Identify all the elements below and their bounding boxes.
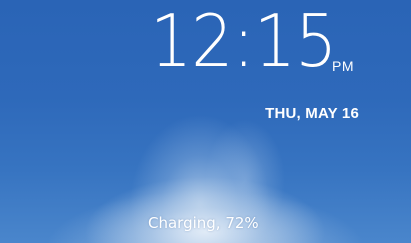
lock-screen: 12:15 PM THU, MAY 16 Charging, 72% <box>0 0 411 243</box>
clock: 12:15 <box>150 0 353 82</box>
date-label: THU, MAY 16 <box>265 105 359 122</box>
clock-ampm: PM <box>332 58 354 74</box>
clock-time: 12:15 <box>150 0 337 83</box>
charging-status: Charging, 72% <box>148 214 259 232</box>
